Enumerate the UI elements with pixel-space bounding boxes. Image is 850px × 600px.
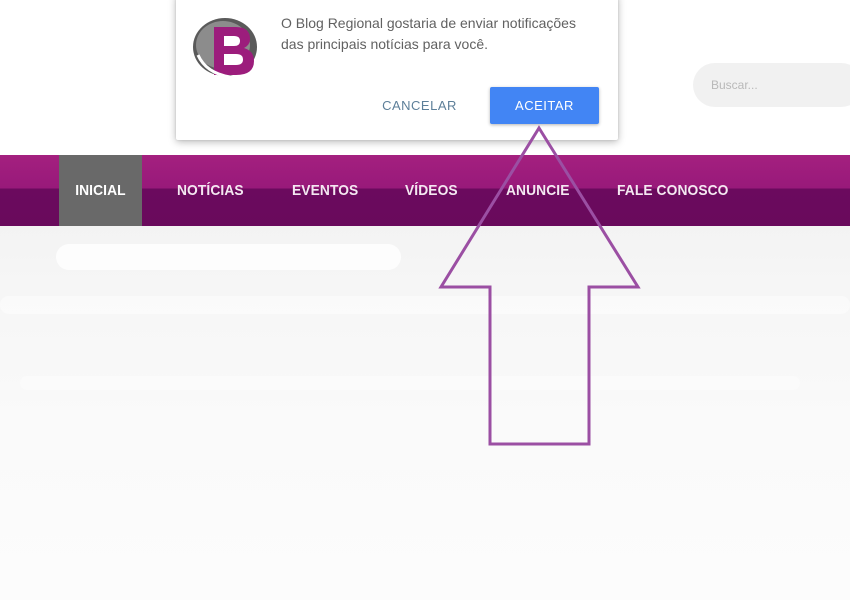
cancel-button[interactable]: CANCELAR <box>372 87 467 123</box>
nav-item-anuncie[interactable]: ANUNCIE <box>506 155 570 226</box>
notification-permission-dialog: O Blog Regional gostaria de enviar notif… <box>176 0 618 140</box>
blog-regional-logo-icon <box>193 18 257 79</box>
search-box[interactable] <box>693 63 850 107</box>
background-streak <box>56 244 401 270</box>
accept-button[interactable]: ACEITAR <box>490 87 599 124</box>
nav-item-inicial[interactable]: INICIAL <box>59 155 142 226</box>
nav-item-videos[interactable]: VÍDEOS <box>405 155 458 226</box>
nav-item-label: INICIAL <box>75 182 126 199</box>
background-streak <box>0 296 850 314</box>
page-content-area <box>0 226 850 600</box>
nav-item-eventos[interactable]: EVENTOS <box>292 155 358 226</box>
main-navigation: INICIAL NOTÍCIAS EVENTOS VÍDEOS ANUNCIE … <box>0 155 850 226</box>
notification-message: O Blog Regional gostaria de enviar notif… <box>281 15 576 52</box>
nav-item-noticias[interactable]: NOTÍCIAS <box>177 155 244 226</box>
nav-item-fale-conosco[interactable]: FALE CONOSCO <box>617 155 729 226</box>
background-streak <box>20 376 800 390</box>
search-input[interactable] <box>711 63 850 107</box>
